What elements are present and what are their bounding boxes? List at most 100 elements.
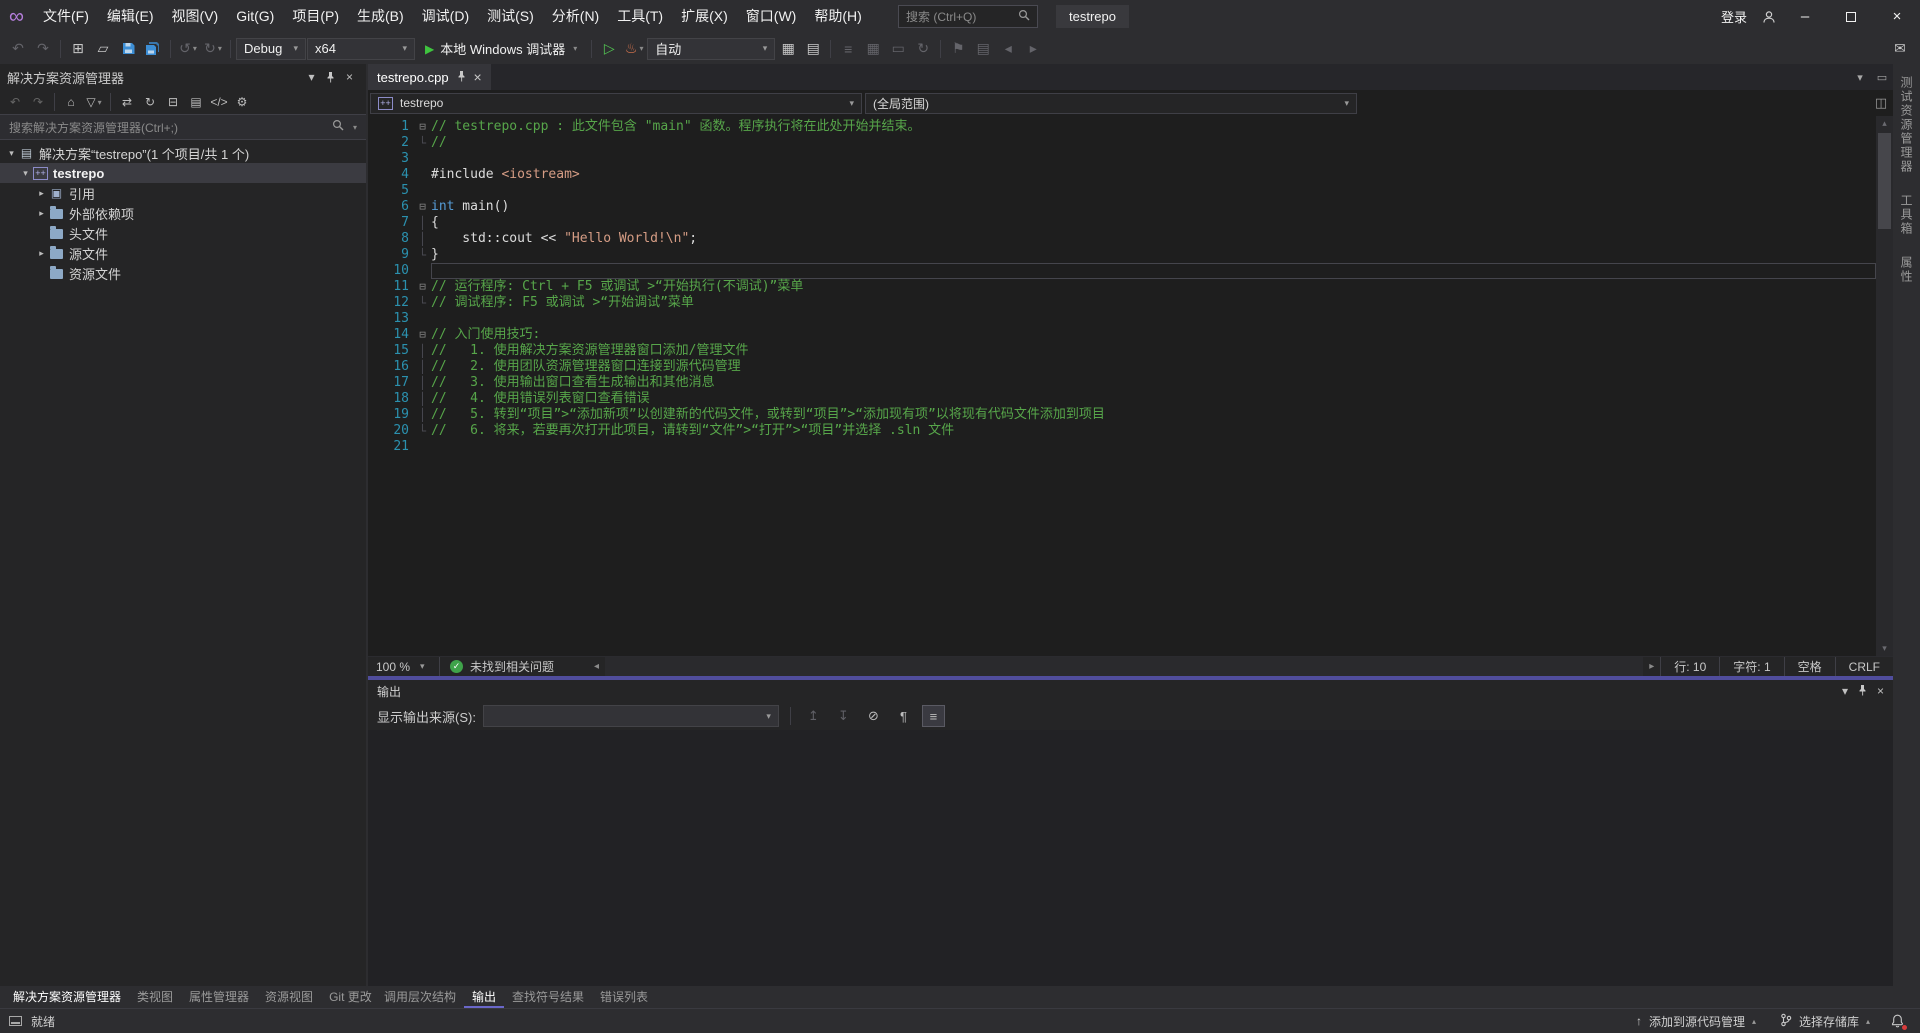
- show-all-files-icon[interactable]: ▤: [185, 92, 207, 113]
- pin-icon[interactable]: [321, 68, 340, 87]
- code-line[interactable]: 5: [368, 183, 1876, 199]
- collapse-all-icon[interactable]: ⊟: [162, 92, 184, 113]
- code-line[interactable]: 17│// 3. 使用输出窗口查看生成输出和其他消息: [368, 375, 1876, 391]
- tab-testrepo-cpp[interactable]: testrepo.cpp ×: [368, 64, 491, 90]
- code-line[interactable]: 7│{: [368, 215, 1876, 231]
- menu-extensions[interactable]: 扩展(X): [672, 0, 737, 33]
- new-project-icon[interactable]: ⊞: [66, 37, 90, 61]
- tab-error-list[interactable]: 错误列表: [592, 986, 656, 1008]
- clear-all-icon[interactable]: ⊘: [862, 705, 885, 727]
- fold-collapse-icon[interactable]: ⊟: [414, 199, 431, 215]
- maximize-button[interactable]: [1828, 0, 1874, 33]
- user-profile-icon[interactable]: [1756, 10, 1782, 24]
- send-feedback-icon[interactable]: ✉: [1888, 37, 1912, 61]
- breakpoints-icon[interactable]: ≡: [836, 37, 860, 61]
- menu-test[interactable]: 测试(S): [478, 0, 543, 33]
- tree-item-solution[interactable]: ▾ ▤ 解决方案“testrepo”(1 个项目/共 1 个): [0, 143, 366, 163]
- step-icon[interactable]: ↻: [911, 37, 935, 61]
- refresh-icon[interactable]: ↻: [139, 92, 161, 113]
- open-file-icon[interactable]: ▱: [91, 37, 115, 61]
- scroll-down-icon[interactable]: ▾: [1876, 641, 1893, 656]
- redo-icon[interactable]: ↻▾: [201, 37, 225, 61]
- output-content[interactable]: [368, 730, 1893, 986]
- tab-call-hierarchy[interactable]: 调用层次结构: [376, 986, 464, 1008]
- hscroll-left-icon[interactable]: ◂: [588, 661, 605, 672]
- tab-find-symbol-results[interactable]: 查找符号结果: [504, 986, 592, 1008]
- next-message-icon[interactable]: ↧: [832, 705, 855, 727]
- code-line[interactable]: 4#include <iostream>: [368, 167, 1876, 183]
- memory-window-icon[interactable]: ▦: [861, 37, 885, 61]
- menu-project[interactable]: 项目(P): [283, 0, 348, 33]
- line-indicator[interactable]: 行: 10: [1660, 657, 1719, 676]
- notifications-bell-icon[interactable]: [1883, 1009, 1911, 1033]
- tab-test-explorer[interactable]: 测试资源管理器: [1898, 76, 1915, 174]
- health-status-text[interactable]: 未找到相关问题: [470, 658, 554, 675]
- previous-bookmark-icon[interactable]: ◂: [996, 37, 1020, 61]
- back-icon[interactable]: ↶: [4, 92, 26, 113]
- document-list-icon[interactable]: ▾: [1849, 64, 1871, 90]
- hot-reload-icon[interactable]: ♨▾: [622, 37, 646, 61]
- project-scope-dropdown[interactable]: ++ testrepo ▾: [370, 93, 862, 114]
- menu-edit[interactable]: 编辑(E): [98, 0, 163, 33]
- pin-tab-icon[interactable]: [457, 70, 466, 85]
- menu-tools[interactable]: 工具(T): [608, 0, 672, 33]
- zoom-dropdown[interactable]: 100 % ▾: [368, 657, 440, 676]
- code-line[interactable]: 16│// 2. 使用团队资源管理器窗口连接到源代码管理: [368, 359, 1876, 375]
- menu-help[interactable]: 帮助(H): [805, 0, 870, 33]
- menu-file[interactable]: 文件(F): [34, 0, 98, 33]
- configuration-dropdown[interactable]: Debug▾: [236, 38, 306, 60]
- solution-name-chip[interactable]: testrepo: [1056, 5, 1129, 28]
- collapse-icon[interactable]: ▸: [34, 188, 49, 199]
- word-wrap-icon[interactable]: ¶: [892, 705, 915, 727]
- code-line[interactable]: 20└// 6. 将来，若要再次打开此项目，请转到“文件”>“打开”>“项目”并…: [368, 423, 1876, 439]
- tree-item-project[interactable]: ▾ ++ testrepo: [0, 163, 366, 183]
- scroll-up-icon[interactable]: ▴: [1876, 116, 1893, 131]
- watch-mode-dropdown[interactable]: 自动▾: [647, 38, 775, 60]
- vertical-scrollbar[interactable]: ▴ ▾: [1876, 116, 1893, 656]
- menu-window[interactable]: 窗口(W): [737, 0, 806, 33]
- start-without-debugging-icon[interactable]: ▷: [597, 37, 621, 61]
- background-tasks-icon[interactable]: [9, 1016, 22, 1026]
- diagnostics-icon[interactable]: ▭: [886, 37, 910, 61]
- code-line[interactable]: 9└}: [368, 247, 1876, 263]
- navigate-back-icon[interactable]: ↶: [6, 37, 30, 61]
- search-options-icon[interactable]: ▾: [353, 123, 357, 132]
- window-menu-icon[interactable]: ▾: [1842, 684, 1848, 698]
- code-line[interactable]: 18│// 4. 使用错误列表窗口查看错误: [368, 391, 1876, 407]
- fold-collapse-icon[interactable]: ⊟: [414, 119, 431, 135]
- hscroll-right-icon[interactable]: ▸: [1643, 661, 1660, 672]
- code-editor[interactable]: 1⊟// testrepo.cpp : 此文件包含 "main" 函数。程序执行…: [368, 116, 1893, 656]
- type-scope-dropdown[interactable]: (全局范围) ▾: [865, 93, 1357, 114]
- tab-output[interactable]: 输出: [464, 986, 504, 1008]
- menu-analyze[interactable]: 分析(N): [543, 0, 608, 33]
- document-outline-icon[interactable]: ▤: [801, 37, 825, 61]
- tab-properties[interactable]: 属性: [1898, 256, 1915, 284]
- expand-icon[interactable]: ▾: [4, 148, 19, 159]
- autoscroll-icon[interactable]: ≡: [922, 705, 945, 727]
- home-icon[interactable]: ⌂: [60, 92, 82, 113]
- health-check-icon[interactable]: ✓: [450, 660, 463, 673]
- attach-to-process-icon[interactable]: ▦: [776, 37, 800, 61]
- output-source-dropdown[interactable]: ▾: [483, 705, 779, 727]
- spaces-indicator[interactable]: 空格: [1784, 657, 1835, 676]
- undo-icon[interactable]: ↺▾: [176, 37, 200, 61]
- code-line[interactable]: 19│// 5. 转到“项目”>“添加新项”以创建新的代码文件，或转到“项目”>…: [368, 407, 1876, 423]
- fold-collapse-icon[interactable]: ⊟: [414, 327, 431, 343]
- solution-search-input[interactable]: 搜索解决方案资源管理器(Ctrl+;) ▾: [0, 115, 366, 140]
- collapse-icon[interactable]: ▸: [34, 248, 49, 259]
- close-button[interactable]: ×: [1874, 0, 1920, 33]
- menu-build[interactable]: 生成(B): [348, 0, 413, 33]
- tree-item-header-files[interactable]: 头文件: [0, 223, 366, 243]
- menu-view[interactable]: 视图(V): [163, 0, 228, 33]
- close-output-icon[interactable]: ×: [1877, 684, 1884, 698]
- code-line[interactable]: 12└// 调试程序: F5 或调试 >“开始调试”菜单: [368, 295, 1876, 311]
- code-line[interactable]: 2└//: [368, 135, 1876, 151]
- code-line[interactable]: 15│// 1. 使用解决方案资源管理器窗口添加/管理文件: [368, 343, 1876, 359]
- tree-item-external-dependencies[interactable]: ▸ 外部依赖项: [0, 203, 366, 223]
- navigate-forward-icon[interactable]: ↷: [31, 37, 55, 61]
- collapse-icon[interactable]: ▸: [34, 208, 49, 219]
- code-line[interactable]: 14⊟// 入门使用技巧:: [368, 327, 1876, 343]
- bookmark-icon[interactable]: ⚑: [946, 37, 970, 61]
- code-line[interactable]: 11⊟// 运行程序: Ctrl + F5 或调试 >“开始执行(不调试)”菜单: [368, 279, 1876, 295]
- close-tab-icon[interactable]: ×: [474, 69, 482, 85]
